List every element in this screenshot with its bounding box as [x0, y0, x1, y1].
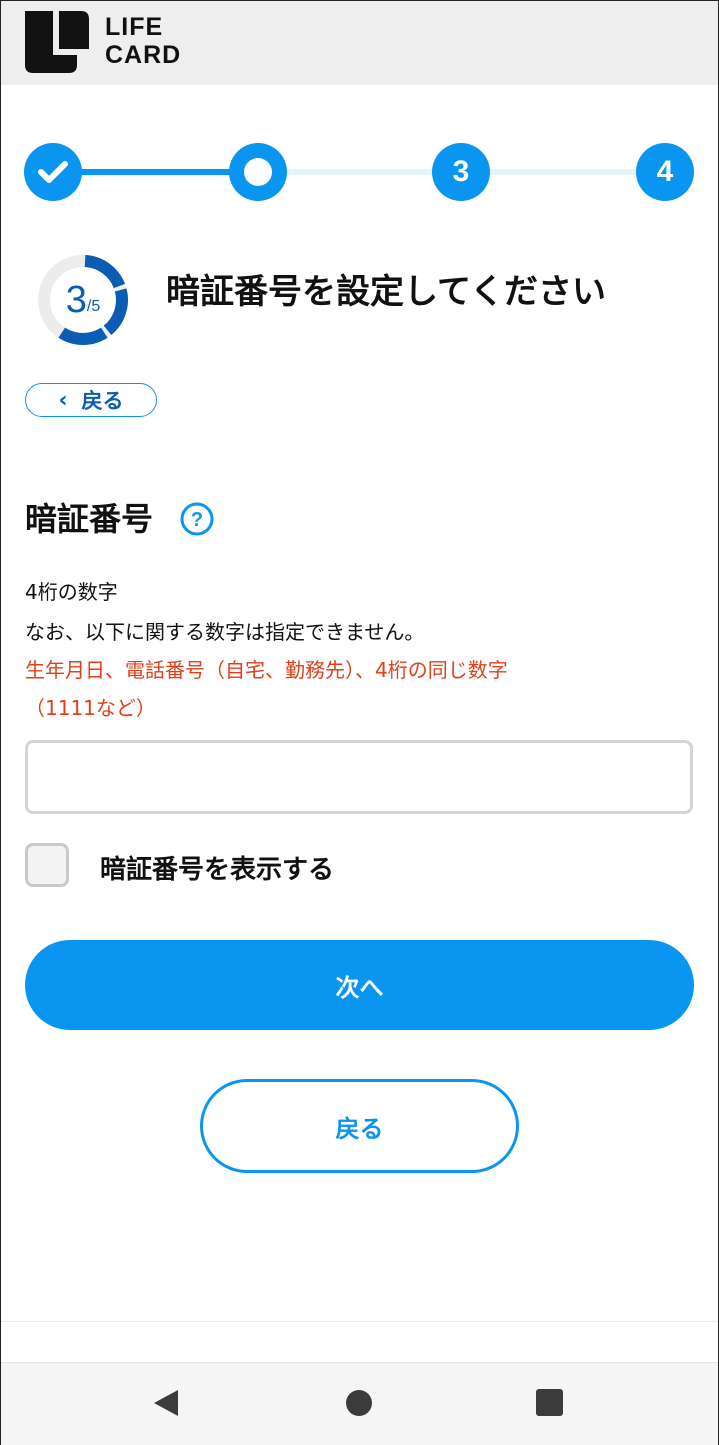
circle-home-icon[interactable] — [346, 1390, 372, 1416]
checkmark-icon — [38, 161, 68, 183]
step-3: 3 — [432, 143, 490, 201]
step-connector-3 — [484, 169, 654, 175]
show-pin-checkbox[interactable] — [25, 843, 69, 887]
screen-frame — [0, 0, 719, 1445]
step-connector-2 — [280, 169, 450, 175]
warning-line-1: 生年月日、電話番号（自宅、勤務先）、4桁の同じ数字 — [25, 658, 508, 682]
logo-wordmark: LIFE CARD — [105, 13, 181, 69]
app-header: LIFE CARD — [1, 1, 718, 85]
next-button[interactable]: 次へ — [25, 940, 694, 1030]
step-indicator: 3 4 — [24, 142, 694, 202]
show-pin-label[interactable]: 暗証番号を表示する — [100, 849, 334, 886]
progress-total: /5 — [86, 298, 101, 315]
back-pill-button[interactable]: ‹ 戻る — [25, 383, 157, 417]
warning-line-2: （1111など） — [25, 696, 156, 720]
back-button[interactable]: 戻る — [200, 1079, 519, 1173]
question-circle-icon[interactable]: ? — [180, 502, 214, 536]
step-2-current — [229, 143, 287, 201]
pin-input[interactable] — [25, 740, 693, 814]
progress-counter: 3 /5 — [36, 253, 130, 347]
step-4: 4 — [636, 143, 694, 201]
page-title: 暗証番号を設定してください — [166, 272, 606, 312]
logo-line-2: CARD — [105, 41, 182, 69]
chevron-left-icon: ‹ — [58, 387, 68, 413]
description-line-2: なお、以下に関する数字は指定できません。 — [25, 620, 425, 644]
step-1-completed — [24, 143, 82, 201]
section-title: 暗証番号 — [25, 500, 154, 538]
progress-current: 3 — [65, 278, 87, 321]
logo-line-1: LIFE — [105, 13, 164, 41]
svg-text:?: ? — [191, 509, 203, 531]
step-connector-1 — [74, 169, 244, 175]
description-line-1: 4桁の数字 — [25, 580, 118, 604]
back-pill-label: 戻る — [81, 389, 124, 413]
triangle-back-icon[interactable] — [152, 1388, 180, 1418]
life-card-logo-icon — [25, 11, 89, 73]
divider — [1, 1321, 718, 1322]
square-recents-icon[interactable] — [536, 1389, 563, 1416]
